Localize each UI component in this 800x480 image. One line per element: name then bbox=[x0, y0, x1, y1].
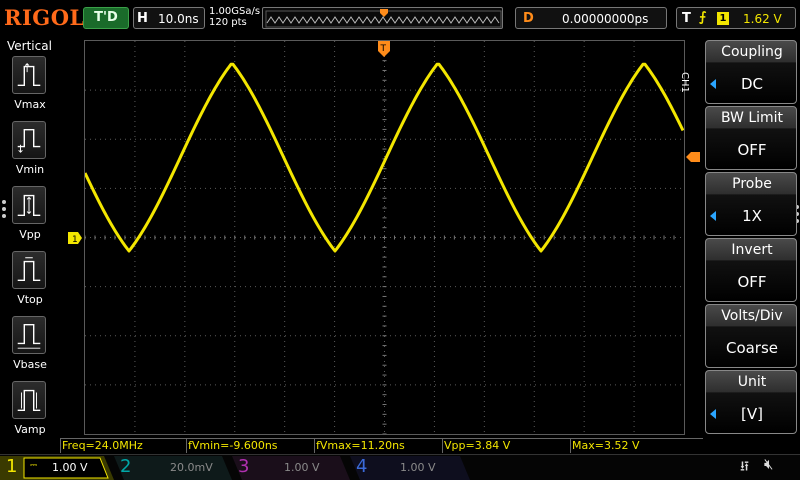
panel-title: Vertical bbox=[7, 39, 52, 53]
channel-scale: 1.00 V bbox=[52, 461, 88, 474]
timebase-box[interactable]: H 10.0ns bbox=[133, 7, 205, 29]
brand-logo: RIGOL bbox=[4, 5, 85, 30]
channel-bar: 1 ⎓ 1.00 V 2 20.0mV 3 1.00 V 4 1.00 V bbox=[0, 454, 800, 480]
menu-title: Unit bbox=[737, 374, 767, 390]
menu-value: 1X bbox=[742, 207, 762, 225]
measure-label: Vpp bbox=[19, 228, 41, 241]
memory-trigger-marker bbox=[380, 9, 388, 17]
vamp-icon bbox=[12, 381, 46, 419]
channel-scale: 1.00 V bbox=[400, 461, 436, 474]
menu-value: OFF bbox=[737, 273, 767, 291]
measure-vmax[interactable]: Vmax bbox=[12, 56, 50, 116]
graticule bbox=[85, 41, 684, 434]
menu-value: [V] bbox=[741, 405, 763, 423]
menu-probe[interactable]: Probe 1X bbox=[705, 172, 797, 236]
trigger-source-badge: 1 bbox=[717, 12, 729, 25]
menu-value: DC bbox=[740, 75, 764, 93]
menu-volts-div[interactable]: Volts/Div Coarse bbox=[705, 304, 797, 368]
trigger-position-label: T bbox=[380, 44, 387, 54]
menu-title: Invert bbox=[731, 242, 773, 258]
channel-scale: 1.00 V bbox=[284, 461, 320, 474]
channel-2[interactable]: 2 20.0mV bbox=[114, 456, 232, 480]
timebase-value: 10.0ns bbox=[158, 12, 199, 26]
ch1-waveform-trace bbox=[85, 62, 684, 253]
trigger-level-marker[interactable] bbox=[686, 152, 700, 162]
channel-menu: Coupling DC BW Limit OFF Probe 1X Invert… bbox=[705, 40, 800, 438]
menu-unit[interactable]: Unit [V] bbox=[705, 370, 797, 434]
channel-number: 1 bbox=[6, 456, 18, 477]
trigger-label: T bbox=[682, 11, 691, 26]
measurement-panel: Vertical Vmax Vmin Vpp Vtop Vbase Vamp bbox=[0, 38, 58, 438]
channel-4[interactable]: 4 1.00 V bbox=[350, 456, 470, 480]
top-status-bar: RIGOL T'D H 10.0ns 1.00GSa/s 120 pts D 0… bbox=[0, 0, 800, 38]
ch1-ground-label: 1 bbox=[72, 235, 78, 244]
horizontal-label: H bbox=[137, 11, 148, 26]
delay-value: 0.00000000ps bbox=[562, 12, 649, 26]
vbase-icon bbox=[12, 316, 46, 354]
measure-label: Vbase bbox=[13, 358, 47, 371]
measure-label: Vamp bbox=[14, 423, 46, 436]
measure-label: Vtop bbox=[17, 293, 43, 306]
ch1-ground-marker[interactable]: 1 bbox=[68, 232, 82, 244]
menu-title: Coupling bbox=[721, 44, 783, 60]
vmin-icon bbox=[12, 121, 46, 159]
readout-fvmin: fVmin=-9.600ns bbox=[186, 438, 314, 453]
sample-rate: 1.00GSa/s bbox=[209, 6, 261, 17]
memory-overview[interactable] bbox=[262, 7, 503, 29]
readout-freq: Freq=24.0MHz bbox=[60, 438, 186, 453]
speaker-muted-icon[interactable]: 🔇︎ bbox=[764, 455, 773, 473]
measure-label: Vmin bbox=[15, 163, 45, 176]
channel-number: 3 bbox=[238, 456, 250, 477]
menu-title: Volts/Div bbox=[721, 308, 783, 324]
menu-value: Coarse bbox=[725, 339, 779, 357]
memory-overview-waveform bbox=[265, 9, 502, 28]
run-status-badge[interactable]: T'D bbox=[83, 7, 129, 29]
usb-icon: ⭿ bbox=[740, 459, 750, 475]
channel-3[interactable]: 3 1.00 V bbox=[232, 456, 350, 480]
readout-vpp: Vpp=3.84 V bbox=[442, 438, 570, 453]
panel-scroll-dots[interactable] bbox=[2, 200, 6, 221]
delay-box[interactable]: D 0.00000000ps bbox=[515, 7, 667, 29]
menu-title: Probe bbox=[732, 176, 772, 192]
trigger-level: 1.62 V bbox=[743, 12, 782, 26]
menu-title: BW Limit bbox=[720, 110, 784, 126]
measure-vpp[interactable]: Vpp bbox=[12, 186, 50, 246]
trigger-position-marker[interactable]: T bbox=[378, 41, 390, 57]
measure-vamp[interactable]: Vamp bbox=[12, 381, 50, 441]
vtop-icon bbox=[12, 251, 46, 289]
trigger-box[interactable]: T ⨍ 1 1.62 V bbox=[676, 7, 796, 29]
rising-edge-icon: ⨍ bbox=[699, 10, 707, 25]
measure-vbase[interactable]: Vbase bbox=[12, 316, 50, 376]
channel-number: 4 bbox=[356, 456, 368, 477]
measure-vmin[interactable]: Vmin bbox=[12, 121, 50, 181]
measure-label: Vmax bbox=[14, 98, 46, 111]
delay-label: D bbox=[523, 11, 534, 26]
channel-1[interactable]: 1 ⎓ 1.00 V bbox=[0, 456, 114, 480]
dc-coupling-icon: ⎓ bbox=[30, 461, 38, 471]
waveform-display[interactable] bbox=[84, 40, 685, 435]
readout-max: Max=3.52 V bbox=[570, 438, 703, 453]
menu-coupling[interactable]: Coupling DC bbox=[705, 40, 797, 104]
readout-fvmax: fVmax=11.20ns bbox=[314, 438, 442, 453]
memory-depth: 120 pts bbox=[209, 17, 247, 28]
vpp-icon bbox=[12, 186, 46, 224]
vmax-icon bbox=[12, 56, 46, 94]
menu-invert[interactable]: Invert OFF bbox=[705, 238, 797, 302]
menu-bw-limit[interactable]: BW Limit OFF bbox=[705, 106, 797, 170]
acquisition-info: 1.00GSa/s 120 pts bbox=[209, 6, 260, 28]
channel-scale: 20.0mV bbox=[170, 461, 213, 474]
ch1-menu-tab[interactable]: CH1 bbox=[679, 72, 690, 93]
channel-number: 2 bbox=[120, 456, 132, 477]
measurement-readouts: Freq=24.0MHz fVmin=-9.600ns fVmax=11.20n… bbox=[60, 438, 703, 453]
menu-value: OFF bbox=[737, 141, 767, 159]
measure-vtop[interactable]: Vtop bbox=[12, 251, 50, 311]
